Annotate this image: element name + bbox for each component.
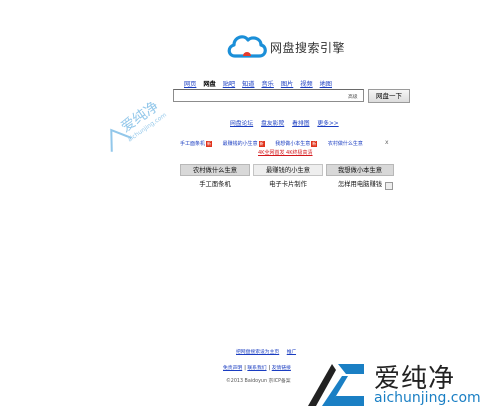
refresh-icon[interactable] [385, 182, 393, 190]
sublink-forum[interactable]: 网盘论坛 [230, 121, 253, 127]
nav-web[interactable]: 网页 [184, 79, 196, 89]
watermark-small: 爱纯净 aichunjing.com [88, 76, 178, 166]
sublink-cinema[interactable]: 盘友影院 [261, 121, 284, 127]
nav-video[interactable]: 视频 [300, 79, 312, 89]
tag-link[interactable]: 电子卡片制作 [253, 179, 323, 191]
watermark-small-logo-icon: 爱纯净 aichunjing.com [110, 99, 168, 152]
footer-links-1: 把网盘搜索设为主页 推广 [236, 348, 302, 355]
watermark-logo-icon [308, 364, 364, 406]
sublink-charts[interactable]: 看排图 [292, 121, 309, 127]
close-icon[interactable]: x [385, 139, 389, 146]
friend-links-link[interactable]: 友情链接 [272, 366, 291, 371]
hot-badge: 新 [206, 141, 213, 147]
promote-link[interactable]: 推广 [287, 350, 297, 355]
tag-button[interactable]: 我想做小本生意 [326, 164, 394, 176]
nav-music[interactable]: 音乐 [262, 79, 274, 89]
nav-tieba[interactable]: 贴吧 [223, 79, 235, 89]
sublinks: 网盘论坛 盘友影院 看排图 更多>> [230, 118, 345, 127]
tag-button[interactable]: 最赚钱的小生意 [253, 164, 323, 176]
hot-item[interactable]: 手工面条机新 [180, 141, 213, 147]
set-homepage-link[interactable]: 把网盘搜索设为主页 [236, 350, 279, 355]
hot-badge: 新 [311, 141, 318, 147]
nav-images[interactable]: 图片 [281, 79, 293, 89]
watermark: 爱纯净 aichunjing.com [296, 354, 500, 413]
search-button[interactable]: 网盘一下 [368, 89, 410, 103]
footer-links-2: 免责声明 | 联系我们 | 友情链接 [223, 366, 291, 371]
watermark-url: aichunjing.com [374, 390, 481, 406]
advanced-link[interactable]: 高级 [348, 93, 358, 100]
logo: 网盘搜索引擎 [226, 32, 356, 60]
hot-item[interactable]: 最赚钱的小生意新 [223, 141, 265, 147]
tag-row: 手工面条机 电子卡片制作 怎样用电脑赚钱 [180, 179, 394, 191]
hot-badge: 新 [258, 141, 265, 147]
hot-item[interactable]: 农村做什么生意 [328, 141, 363, 147]
disclaimer-link[interactable]: 免责声明 [223, 366, 242, 371]
search-input[interactable] [173, 89, 364, 102]
tag-link[interactable]: 怎样用电脑赚钱 [326, 179, 394, 191]
nav-netdisk[interactable]: 网盘 [203, 79, 215, 89]
promo-link[interactable]: 4K全网首发 4K终极高清 [258, 149, 313, 156]
contact-link[interactable]: 联系我们 [247, 366, 266, 371]
nav-map[interactable]: 地图 [320, 79, 332, 89]
tag-row: 农村做什么生意 最赚钱的小生意 我想做小本生意 [180, 164, 394, 176]
cloud-logo-icon [227, 35, 267, 58]
hot-searches: 手工面条机新 最赚钱的小生意新 我想做小本生意新 农村做什么生意 [180, 140, 372, 147]
sublink-more[interactable]: 更多>> [317, 121, 338, 127]
search-nav: 网页 网盘 贴吧 知道 音乐 图片 视频 地图 [184, 79, 364, 89]
copyright: ©2013 Baidoyun 京ICP备案 [226, 379, 291, 384]
hot-item[interactable]: 我想做小本生意新 [275, 141, 318, 147]
tag-link[interactable]: 手工面条机 [180, 179, 250, 191]
nav-zhidao[interactable]: 知道 [242, 79, 254, 89]
tag-button[interactable]: 农村做什么生意 [180, 164, 250, 176]
logo-title: 网盘搜索引擎 [270, 41, 346, 55]
